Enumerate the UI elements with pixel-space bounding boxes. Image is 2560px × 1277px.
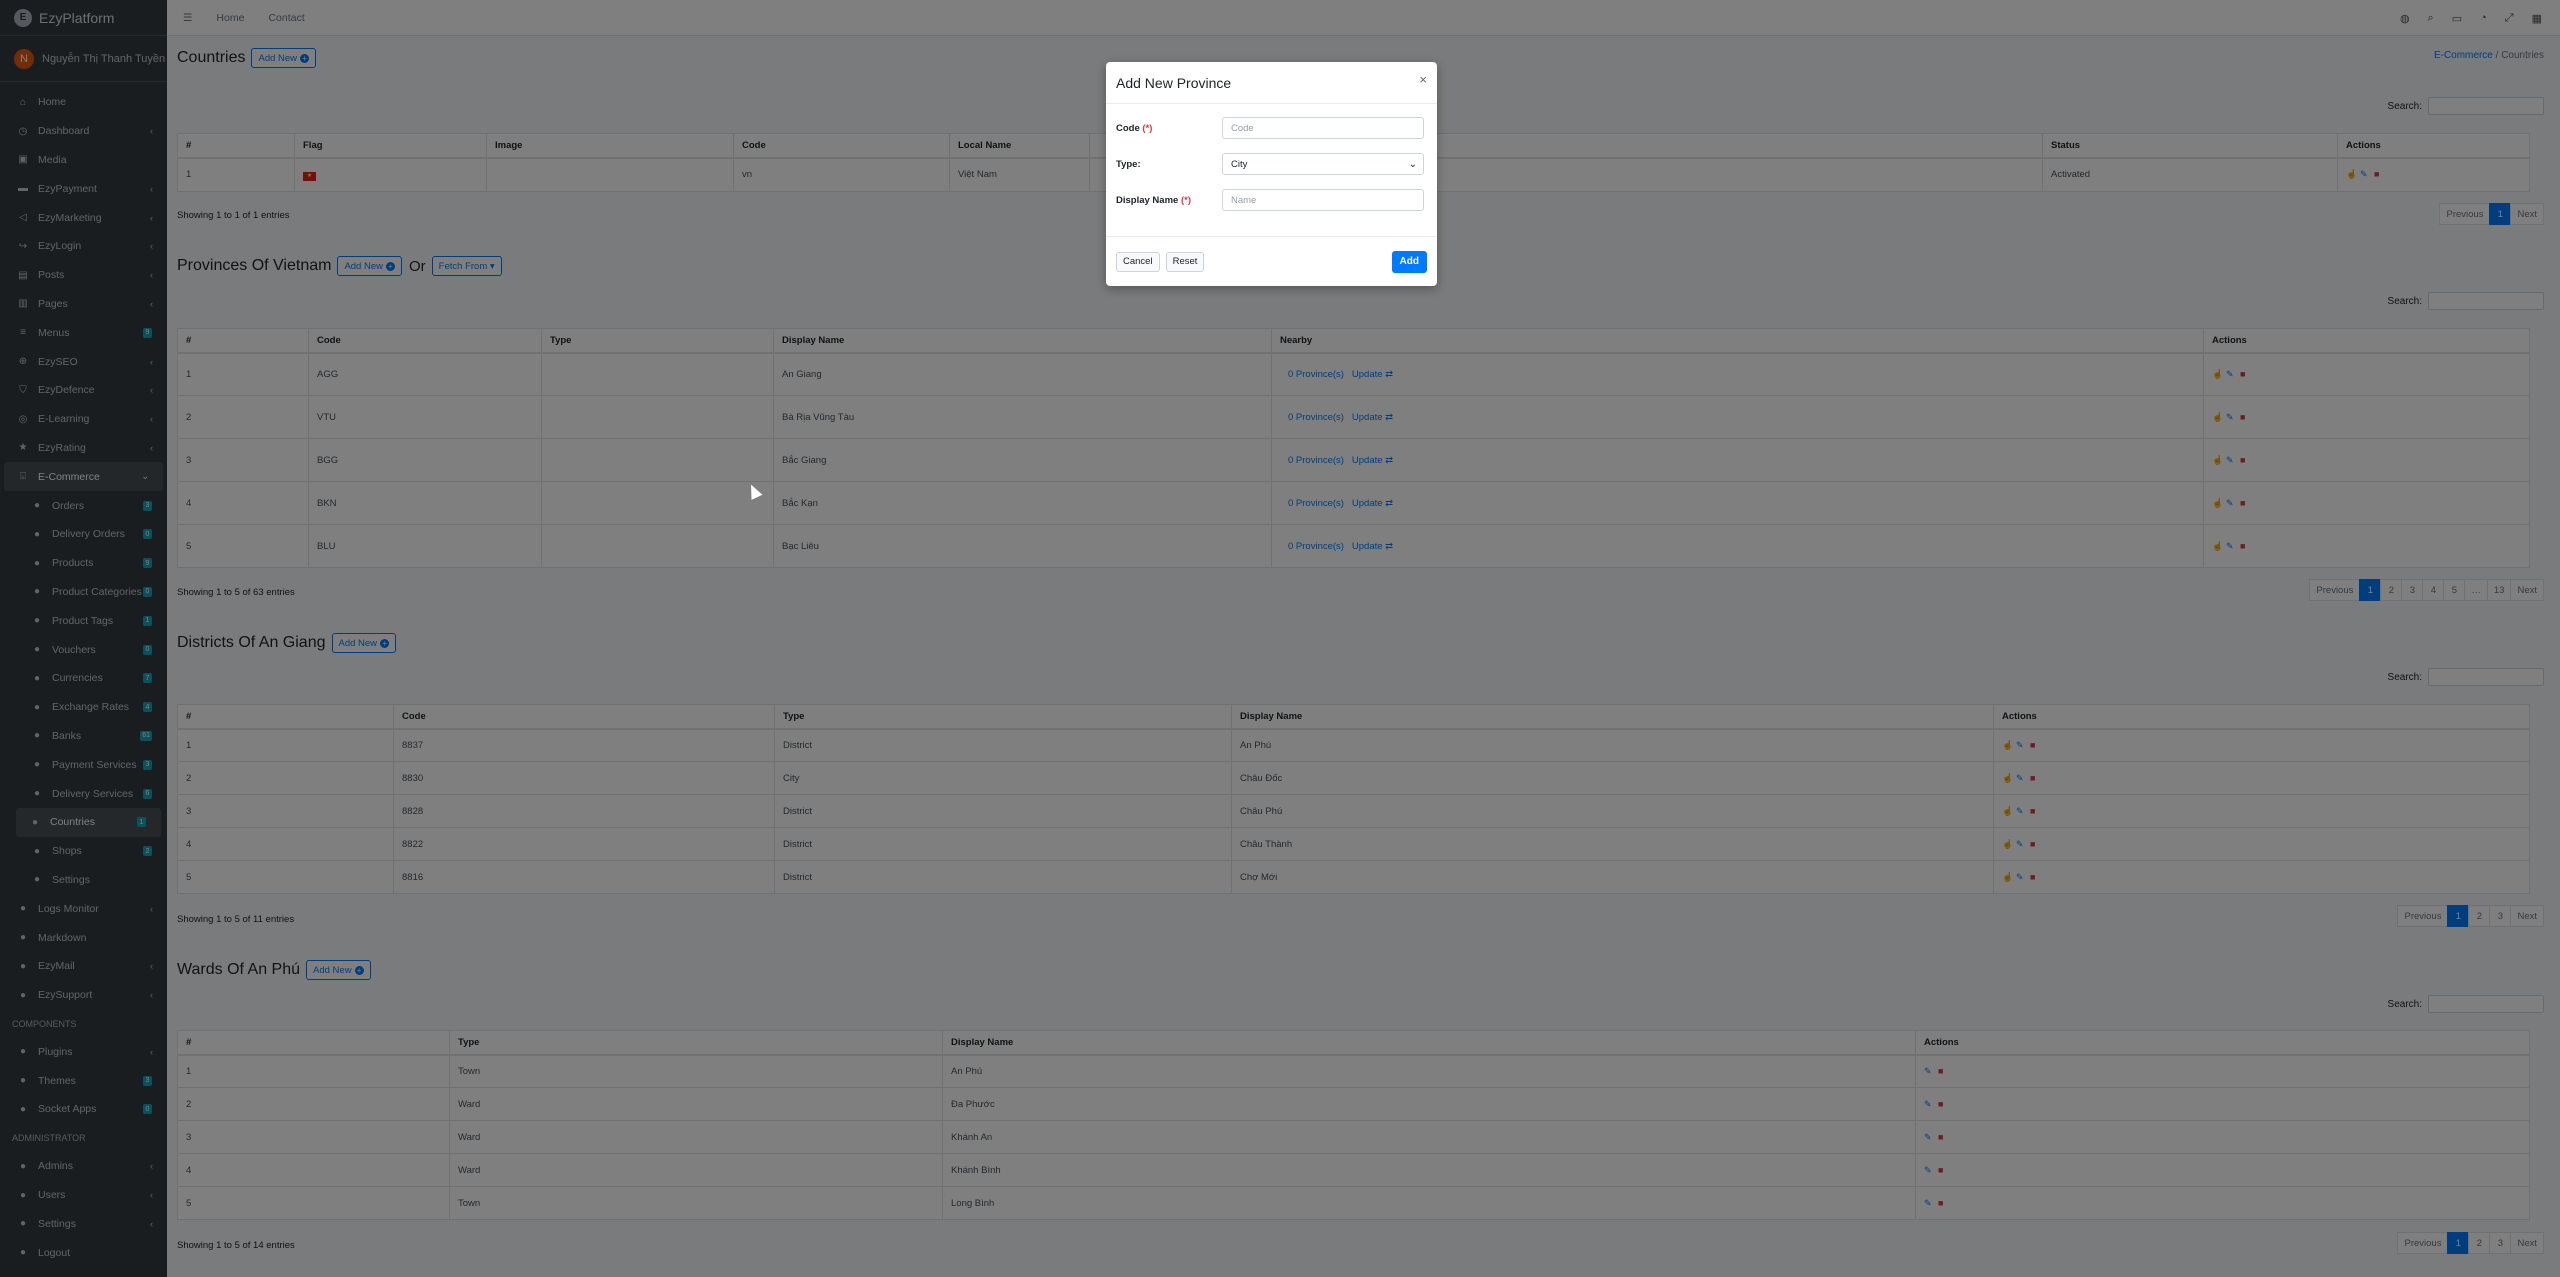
name-label: Display Name (*) — [1116, 195, 1222, 206]
modal-footer: Cancel Reset Add — [1106, 236, 1437, 286]
name-row: Display Name (*) — [1106, 182, 1437, 218]
code-input[interactable] — [1222, 117, 1424, 139]
cancel-button[interactable]: Cancel — [1116, 251, 1160, 272]
code-label-text: Code — [1116, 122, 1140, 134]
add-button[interactable]: Add — [1391, 250, 1427, 273]
modal-title: Add New Province — [1116, 74, 1232, 91]
modal-header: Add New Province × — [1106, 62, 1437, 104]
type-row: Type: City ⌄ — [1106, 146, 1437, 182]
required-mark: (*) — [1142, 122, 1153, 134]
reset-button[interactable]: Reset — [1165, 251, 1205, 272]
type-selected-value: City — [1231, 158, 1248, 170]
chevron-down-icon: ⌄ — [1408, 158, 1417, 170]
required-mark: (*) — [1180, 194, 1191, 206]
type-label: Type: — [1116, 158, 1141, 170]
display-name-input[interactable] — [1222, 189, 1424, 211]
close-icon[interactable]: × — [1419, 72, 1427, 87]
code-row: Code (*) — [1106, 110, 1437, 146]
name-label-text: Display Name — [1116, 194, 1179, 206]
type-select[interactable]: City ⌄ — [1222, 153, 1424, 175]
code-label: Code (*) — [1116, 123, 1222, 134]
add-province-modal: Add New Province × Code (*) Type: City⌄ … — [1106, 62, 1437, 286]
